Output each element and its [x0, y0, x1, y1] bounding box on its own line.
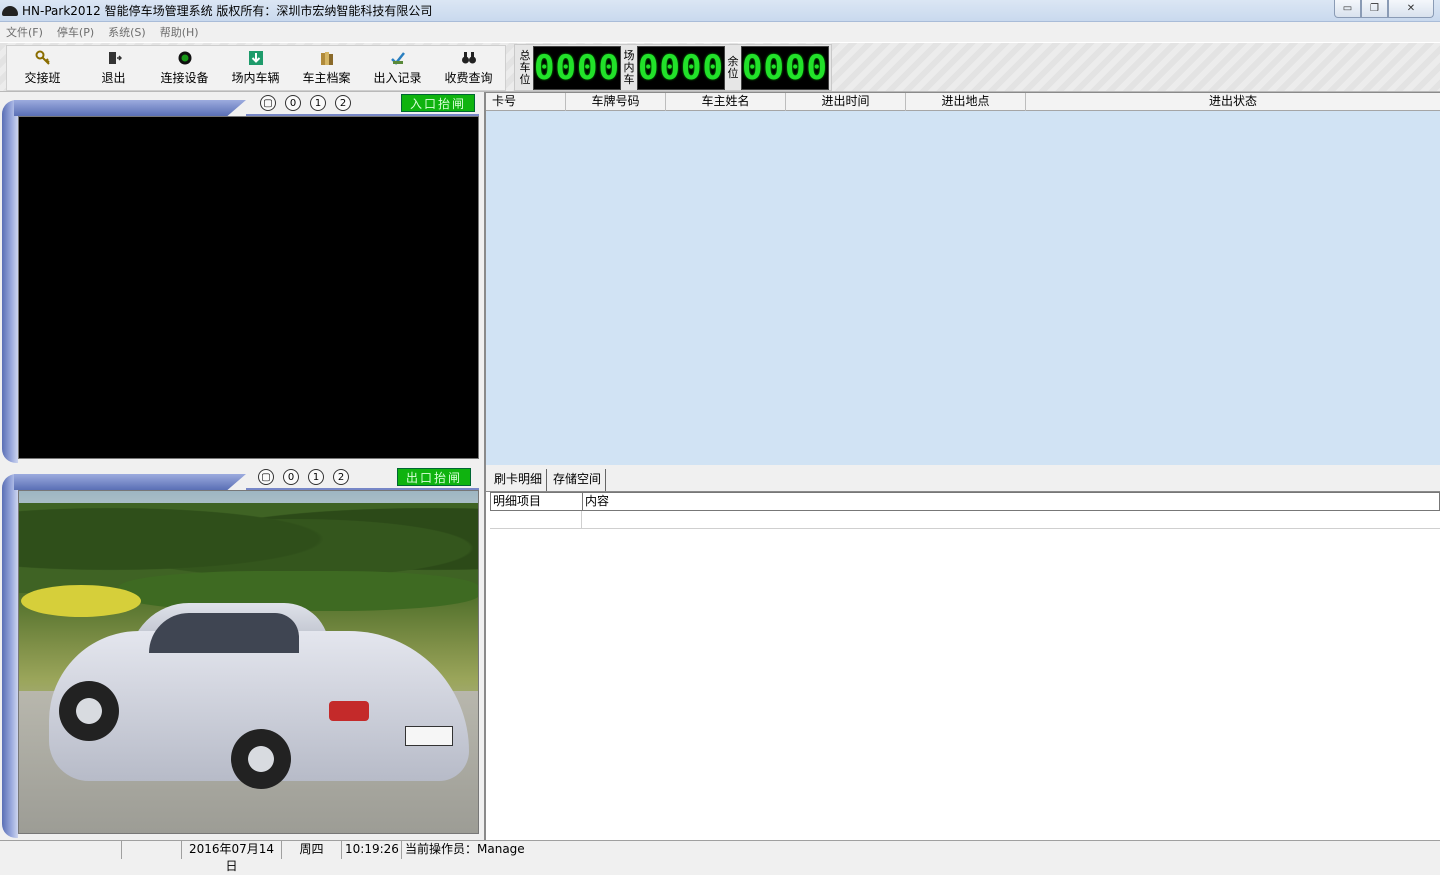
access-records-grid[interactable]: 卡号 车牌号码 车主姓名 进出时间 进出地点 进出状态 [484, 92, 1440, 465]
snapshot-car-taillight [329, 701, 369, 721]
status-panel-blank-2 [122, 841, 182, 859]
entry-frame-side [2, 100, 18, 463]
exit-button[interactable]: 退出 [78, 46, 149, 90]
col-access-time[interactable]: 进出时间 [786, 93, 906, 111]
connect-device-label: 连接设备 [160, 71, 209, 85]
owner-archive-button[interactable]: 车主档案 [291, 46, 362, 90]
connect-device-button[interactable]: 连接设备 [149, 46, 220, 90]
vehicles-in-lot-label: 场内车辆 [231, 71, 280, 85]
entry-stop-control[interactable]: ▢ [260, 95, 276, 111]
detail-table-header: 明细项目 内容 [490, 492, 1440, 511]
vehicles-in-lot-button[interactable]: 场内车辆 [220, 46, 291, 90]
archive-icon [319, 50, 335, 66]
binoculars-icon [461, 50, 477, 66]
snapshot-yellow-shrub [21, 585, 141, 617]
col-detail-item[interactable]: 明细项目 [491, 493, 583, 510]
menu-system[interactable]: 系统(S) [108, 24, 146, 40]
connect-icon [177, 50, 193, 66]
col-owner-name[interactable]: 车主姓名 [666, 93, 786, 111]
col-access-status[interactable]: 进出状态 [1026, 93, 1440, 111]
window-controls: ▭ ❐ ✕ [1334, 0, 1434, 18]
entry-gate-raise-button[interactable]: 入口抬闸 [401, 94, 475, 112]
col-access-location[interactable]: 进出地点 [906, 93, 1026, 111]
menu-help[interactable]: 帮助(H) [160, 24, 199, 40]
total-spaces-label: 总车位 [519, 48, 531, 86]
total-spaces-value: 0000 [534, 47, 620, 88]
owner-archive-label: 车主档案 [302, 71, 351, 85]
exit-frame-side [2, 474, 18, 838]
exit-label: 退出 [101, 71, 126, 85]
detail-tabs: 刷卡明细 存储空间 [484, 465, 1440, 491]
entry-frame-top [14, 100, 246, 116]
snapshot-rear-wheel [231, 729, 291, 789]
shift-change-label: 交接班 [24, 71, 61, 85]
entry-camera-screen [18, 116, 479, 459]
free-spaces-label: 余位 [727, 54, 739, 80]
access-records-button[interactable]: 出入记录 [362, 46, 433, 90]
detail-row[interactable] [490, 511, 1440, 529]
records-icon [390, 50, 406, 66]
col-plate-number[interactable]: 车牌号码 [566, 93, 666, 111]
window-title: HN-Park2012 智能停车场管理系统 版权所有：深圳市宏纳智能科技有限公司 [22, 4, 433, 18]
snapshot-license-plate [405, 726, 453, 746]
col-detail-content[interactable]: 内容 [583, 493, 1439, 510]
tab-swipe-details[interactable]: 刷卡明细 [490, 469, 548, 491]
cars-in-lot-value: 0000 [638, 47, 724, 88]
status-time: 10:19:26 [342, 841, 402, 859]
status-bar: 2016年07月14日 周四 10:19:26 当前操作员：Manage [0, 840, 1440, 873]
swipe-detail-table[interactable]: 明细项目 内容 [484, 491, 1440, 840]
close-button[interactable]: ✕ [1388, 0, 1434, 18]
total-spaces-display: 0000 [533, 45, 621, 90]
menu-file[interactable]: 文件(F) [6, 24, 43, 40]
app-car-icon [2, 5, 18, 16]
entry-camera-2[interactable]: 2 [335, 95, 351, 111]
parking-counters: 总车位 0000 场内车 0000 余位 0000 [514, 44, 832, 91]
exit-camera-snapshot [18, 490, 479, 834]
free-spaces-display: 0000 [741, 45, 829, 90]
status-panel-blank-1 [0, 841, 122, 859]
exit-camera-panel: ▢ 0 1 2 出口抬闸 [0, 466, 483, 840]
shift-change-button[interactable]: 交接班 [7, 46, 78, 90]
exit-camera-1[interactable]: 1 [308, 469, 324, 485]
records-grid-header: 卡号 车牌号码 车主姓名 进出时间 进出地点 进出状态 [486, 93, 1440, 111]
menu-parking[interactable]: 停车(P) [57, 24, 94, 40]
exit-camera-controls: ▢ 0 1 2 [258, 469, 358, 485]
key-icon [35, 50, 51, 66]
snapshot-front-wheel [59, 681, 119, 741]
entry-camera-0[interactable]: 0 [285, 95, 301, 111]
cars-in-lot-label: 场内车 [623, 48, 635, 86]
exit-door-icon [106, 50, 122, 66]
status-date: 2016年07月14日 [182, 841, 282, 873]
fee-query-button[interactable]: 收费查询 [433, 46, 504, 90]
entry-camera-1[interactable]: 1 [310, 95, 326, 111]
snapshot-car-window [149, 613, 299, 653]
tab-storage-space[interactable]: 存储空间 [549, 469, 607, 491]
col-card-number[interactable]: 卡号 [486, 93, 566, 111]
fee-query-label: 收费查询 [444, 71, 493, 85]
cars-in-lot-display: 0000 [637, 45, 725, 90]
exit-frame-top [14, 474, 246, 490]
toolbar-buttons: 交接班 退出 连接设备 场内车辆 车主档案 出入记录 收费查询 [6, 45, 506, 91]
free-spaces-value: 0000 [742, 47, 828, 88]
title-bar: HN-Park2012 智能停车场管理系统 版权所有：深圳市宏纳智能科技有限公司… [0, 0, 1440, 22]
menu-bar: 文件(F) 停车(P) 系统(S) 帮助(H) [0, 22, 1440, 42]
toolbar: 交接班 退出 连接设备 场内车辆 车主档案 出入记录 收费查询 总车位 0000… [0, 42, 1440, 92]
vehicles-icon [248, 50, 264, 66]
status-operator: 当前操作员：Manage [405, 842, 525, 856]
access-records-label: 出入记录 [373, 71, 422, 85]
exit-stop-control[interactable]: ▢ [258, 469, 274, 485]
exit-gate-raise-button[interactable]: 出口抬闸 [397, 468, 471, 486]
exit-camera-2[interactable]: 2 [333, 469, 349, 485]
entry-camera-panel: ▢ 0 1 2 入口抬闸 [0, 92, 483, 465]
status-weekday: 周四 [282, 841, 342, 859]
exit-camera-0[interactable]: 0 [283, 469, 299, 485]
detail-row-item-cell [490, 511, 582, 528]
minimize-button[interactable]: ▭ [1334, 0, 1361, 18]
restore-button[interactable]: ❐ [1361, 0, 1388, 18]
entry-camera-controls: ▢ 0 1 2 [260, 95, 360, 111]
